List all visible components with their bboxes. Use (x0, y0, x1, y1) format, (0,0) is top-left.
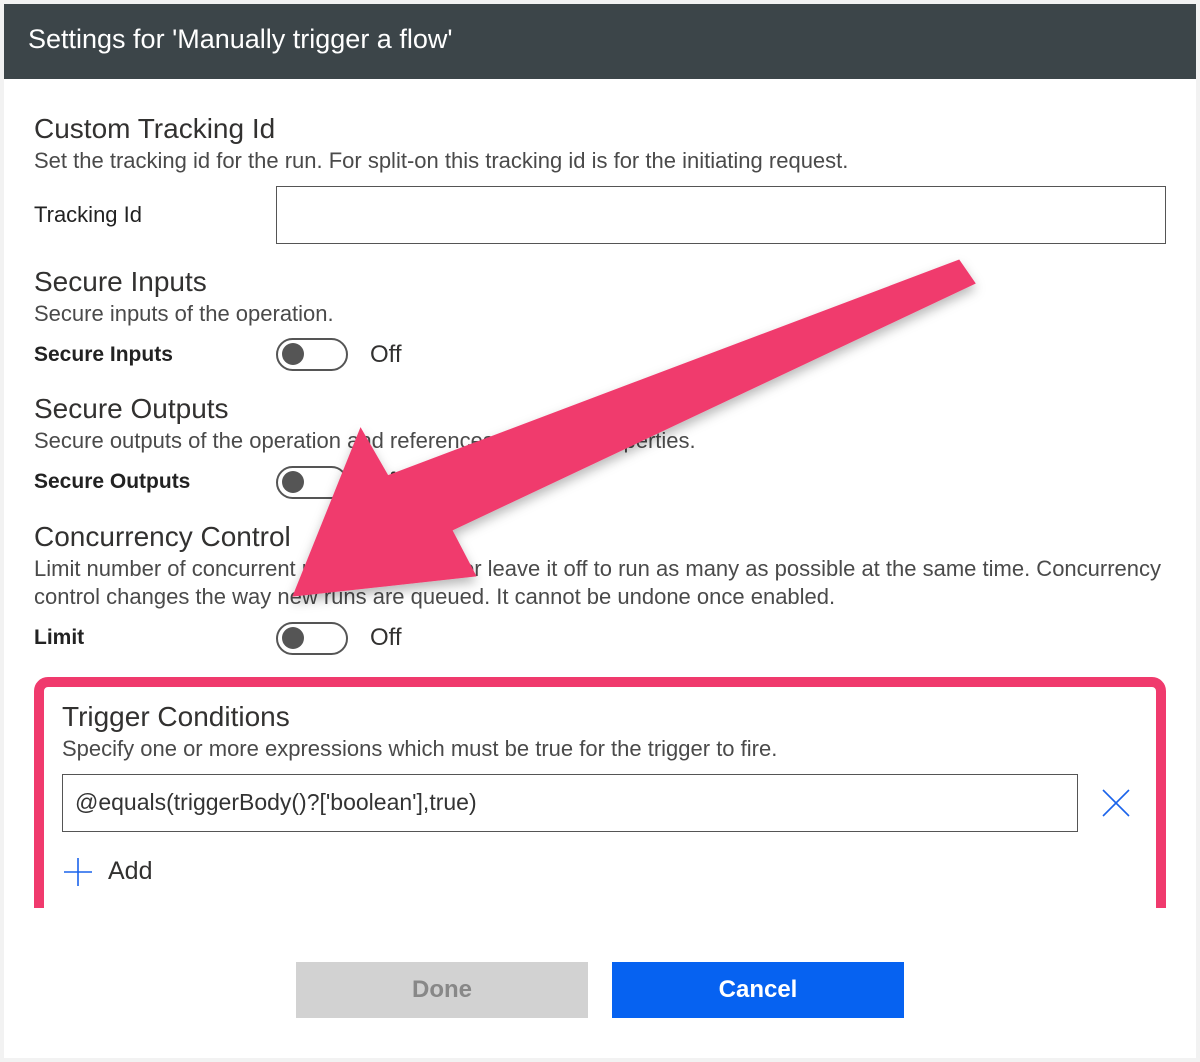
secure-inputs-label: Secure Inputs (34, 343, 276, 367)
section-desc-secure-inputs: Secure inputs of the operation. (34, 300, 1166, 329)
section-title-tracking: Custom Tracking Id (34, 113, 1166, 145)
secure-outputs-toggle[interactable] (276, 466, 348, 499)
section-desc-secure-outputs: Secure outputs of the operation and refe… (34, 427, 1166, 456)
section-custom-tracking-id: Custom Tracking Id Set the tracking id f… (34, 113, 1166, 244)
section-desc-trigger-conditions: Specify one or more expressions which mu… (62, 735, 1138, 764)
dialog-footer: Done Cancel (4, 908, 1196, 1058)
secure-inputs-state: Off (370, 341, 402, 369)
dialog-title: Settings for 'Manually trigger a flow' (4, 4, 1196, 79)
settings-dialog: Settings for 'Manually trigger a flow' C… (4, 4, 1196, 1058)
trigger-condition-input[interactable] (62, 774, 1078, 832)
cancel-button[interactable]: Cancel (612, 962, 904, 1018)
dialog-content: Custom Tracking Id Set the tracking id f… (4, 79, 1196, 908)
tracking-id-label: Tracking Id (34, 202, 276, 228)
secure-inputs-toggle[interactable] (276, 338, 348, 371)
concurrency-limit-state: Off (370, 624, 402, 652)
done-button[interactable]: Done (296, 962, 588, 1018)
section-concurrency-control: Concurrency Control Limit number of conc… (34, 521, 1166, 655)
add-condition-button[interactable]: Add (62, 856, 1138, 888)
remove-condition-button[interactable] (1094, 781, 1138, 825)
plus-icon (62, 856, 94, 888)
section-title-concurrency: Concurrency Control (34, 521, 1166, 553)
section-title-secure-outputs: Secure Outputs (34, 393, 1166, 425)
section-secure-inputs: Secure Inputs Secure inputs of the opera… (34, 266, 1166, 372)
section-secure-outputs: Secure Outputs Secure outputs of the ope… (34, 393, 1166, 499)
section-title-trigger-conditions: Trigger Conditions (62, 701, 1138, 733)
section-desc-tracking: Set the tracking id for the run. For spl… (34, 147, 1166, 176)
add-condition-label: Add (108, 857, 152, 886)
secure-outputs-state: Off (370, 468, 402, 496)
close-icon (1098, 785, 1134, 821)
section-desc-concurrency: Limit number of concurrent runs of the f… (34, 555, 1166, 612)
section-title-secure-inputs: Secure Inputs (34, 266, 1166, 298)
tracking-id-input[interactable] (276, 186, 1166, 244)
concurrency-limit-toggle[interactable] (276, 622, 348, 655)
section-trigger-conditions: Trigger Conditions Specify one or more e… (34, 677, 1166, 908)
concurrency-limit-label: Limit (34, 626, 276, 650)
secure-outputs-label: Secure Outputs (34, 470, 276, 494)
